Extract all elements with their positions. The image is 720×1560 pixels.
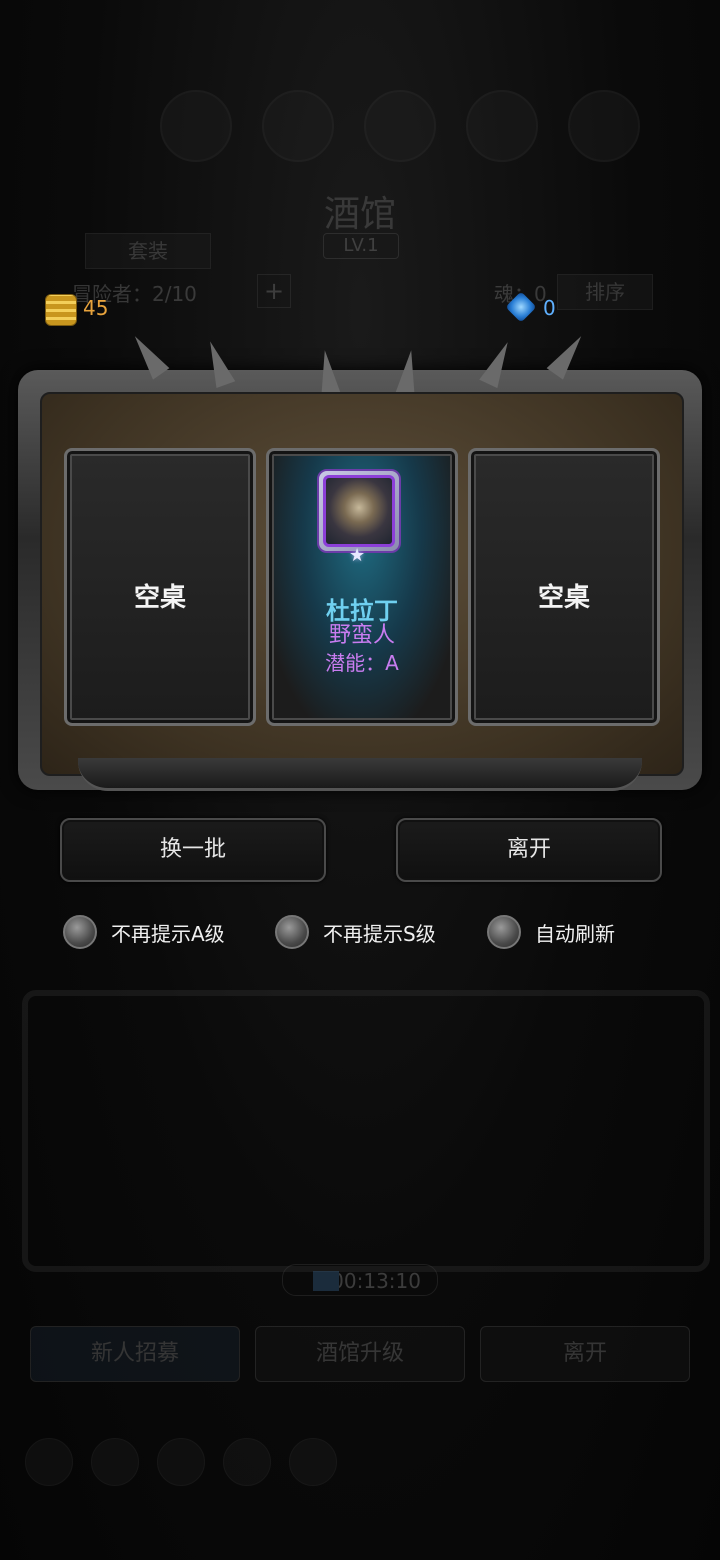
upgrade-tavern-button: 酒馆升级 xyxy=(255,1326,465,1382)
top-menu-icons xyxy=(160,90,640,162)
barbarian-portrait-icon xyxy=(323,475,395,547)
tavern-dialog: 空桌 ★ 杜拉丁 野蛮人 潜能：A 空桌 xyxy=(18,330,702,800)
empty-table-label: 空桌 xyxy=(133,583,186,613)
bottom-icon-5 xyxy=(289,1438,337,1486)
option-label: 不再提示S级 xyxy=(323,921,436,946)
radio-button[interactable] xyxy=(63,915,97,949)
bottom-icon-1 xyxy=(25,1438,73,1486)
gold-amount: 45 xyxy=(83,296,109,320)
bottom-icons xyxy=(25,1438,355,1488)
gem-amount: 0 xyxy=(543,296,556,320)
option-label: 不再提示A级 xyxy=(111,921,225,946)
timer-progress-icon xyxy=(313,1271,339,1291)
leave-tavern-button: 离开 xyxy=(480,1326,690,1382)
option-auto-refresh[interactable]: 自动刷新 xyxy=(487,912,615,952)
radio-button[interactable] xyxy=(275,915,309,949)
timer-text: 00:13:10 xyxy=(331,1269,421,1293)
option-no-remind-a[interactable]: 不再提示A级 xyxy=(63,912,225,952)
recruit-button: 新人招募 xyxy=(30,1326,240,1382)
tavern-level: LV.1 xyxy=(323,233,399,259)
frame-bottom-ornament xyxy=(78,758,642,791)
hero-class: 野蛮人 xyxy=(328,623,395,648)
empty-table-label: 空桌 xyxy=(537,583,590,613)
table-slot-2[interactable]: ★ 杜拉丁 野蛮人 潜能：A xyxy=(266,448,458,726)
menu-icon-2 xyxy=(262,90,334,162)
bottom-icon-3 xyxy=(157,1438,205,1486)
radio-button[interactable] xyxy=(487,915,521,949)
menu-icon-4 xyxy=(466,90,538,162)
refresh-timer: 00:13:10 xyxy=(282,1264,438,1296)
leave-button[interactable]: 离开 xyxy=(396,818,662,882)
table-slot-3[interactable]: 空桌 xyxy=(468,448,660,726)
option-label: 自动刷新 xyxy=(535,921,615,946)
star-icon: ★ xyxy=(349,545,366,566)
gold-coin-stack-icon xyxy=(45,294,77,326)
tavern-title: 酒馆 xyxy=(323,194,396,235)
set-button: 套装 xyxy=(85,233,211,269)
menu-icon-3 xyxy=(364,90,436,162)
add-adventurer-button: + xyxy=(257,274,291,308)
menu-icon-5 xyxy=(568,90,640,162)
option-no-remind-s[interactable]: 不再提示S级 xyxy=(275,912,436,952)
sort-button: 排序 xyxy=(557,274,653,310)
adventurer-list-frame xyxy=(22,990,710,1272)
hero-potential: 潜能：A xyxy=(325,651,399,675)
bottom-icon-4 xyxy=(223,1438,271,1486)
menu-icon-1 xyxy=(160,90,232,162)
bottom-icon-2 xyxy=(91,1438,139,1486)
hero-portrait[interactable] xyxy=(317,469,401,553)
refresh-batch-button[interactable]: 换一批 xyxy=(60,818,326,882)
table-slot-1[interactable]: 空桌 xyxy=(64,448,256,726)
